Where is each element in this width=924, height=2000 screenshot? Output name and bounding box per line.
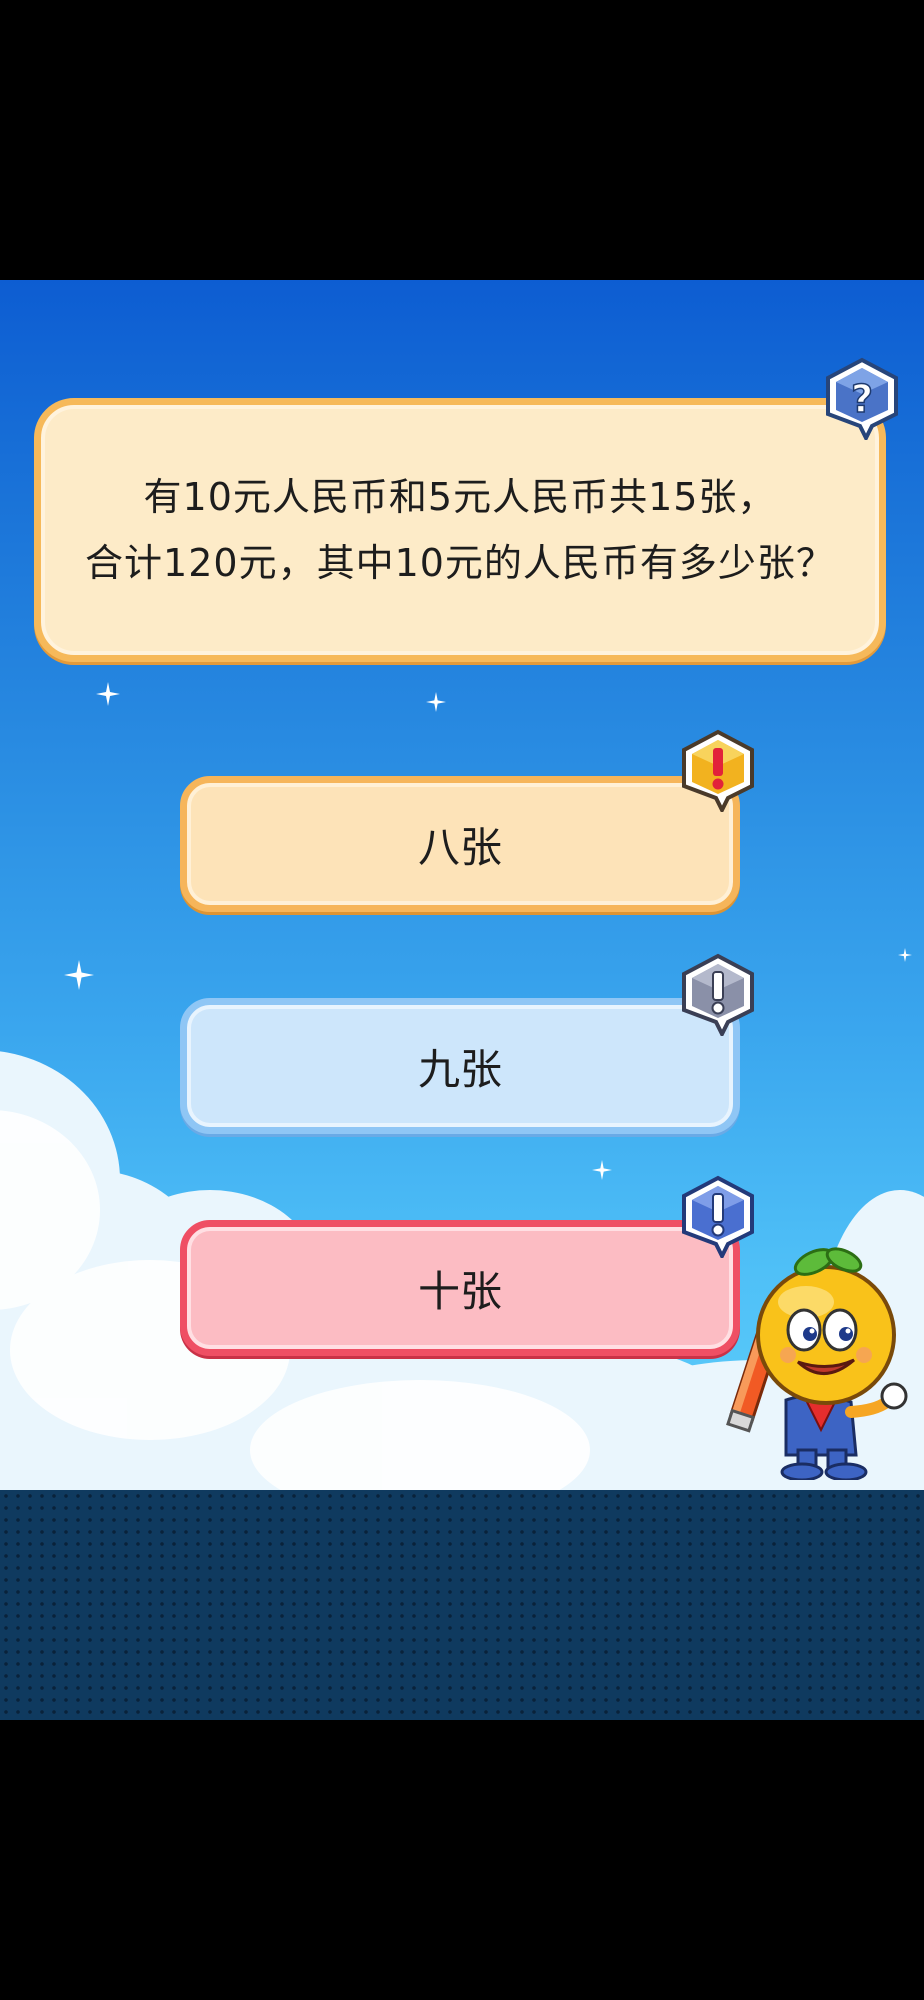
orange-mascot-with-pencil-icon [726, 1247, 908, 1480]
answer-option-label: 九张 [417, 1044, 502, 1094]
sparkle-star-icon [64, 960, 94, 990]
answer-option-2[interactable]: 九张 [180, 998, 740, 1134]
sparkle-star-icon [96, 682, 120, 706]
sparkle-star-icon [592, 1160, 612, 1180]
question-text: 有10元人民币和5元人民币共15张， 合计120元，其中10元的人民币有多少张？ [85, 475, 835, 585]
question-mark-icon: ? [826, 357, 898, 440]
exclamation-icon [682, 729, 754, 812]
sparkle-star-icon [426, 692, 446, 712]
svg-text:?: ? [851, 377, 873, 421]
answer-option-1[interactable]: 八张 [180, 776, 740, 912]
answer-option-label: 八张 [417, 822, 502, 872]
answer-option-3[interactable]: 十张 [180, 1220, 740, 1356]
exclamation-icon [682, 953, 754, 1036]
sparkle-star-icon [898, 948, 912, 962]
game-screen: 有10元人民币和5元人民币共15张， 合计120元，其中10元的人民币有多少张？… [0, 280, 924, 1720]
answer-option-label: 十张 [417, 1266, 502, 1316]
ground-strip [0, 1490, 924, 1720]
question-card: 有10元人民币和5元人民币共15张， 合计120元，其中10元的人民币有多少张？ [34, 398, 886, 662]
